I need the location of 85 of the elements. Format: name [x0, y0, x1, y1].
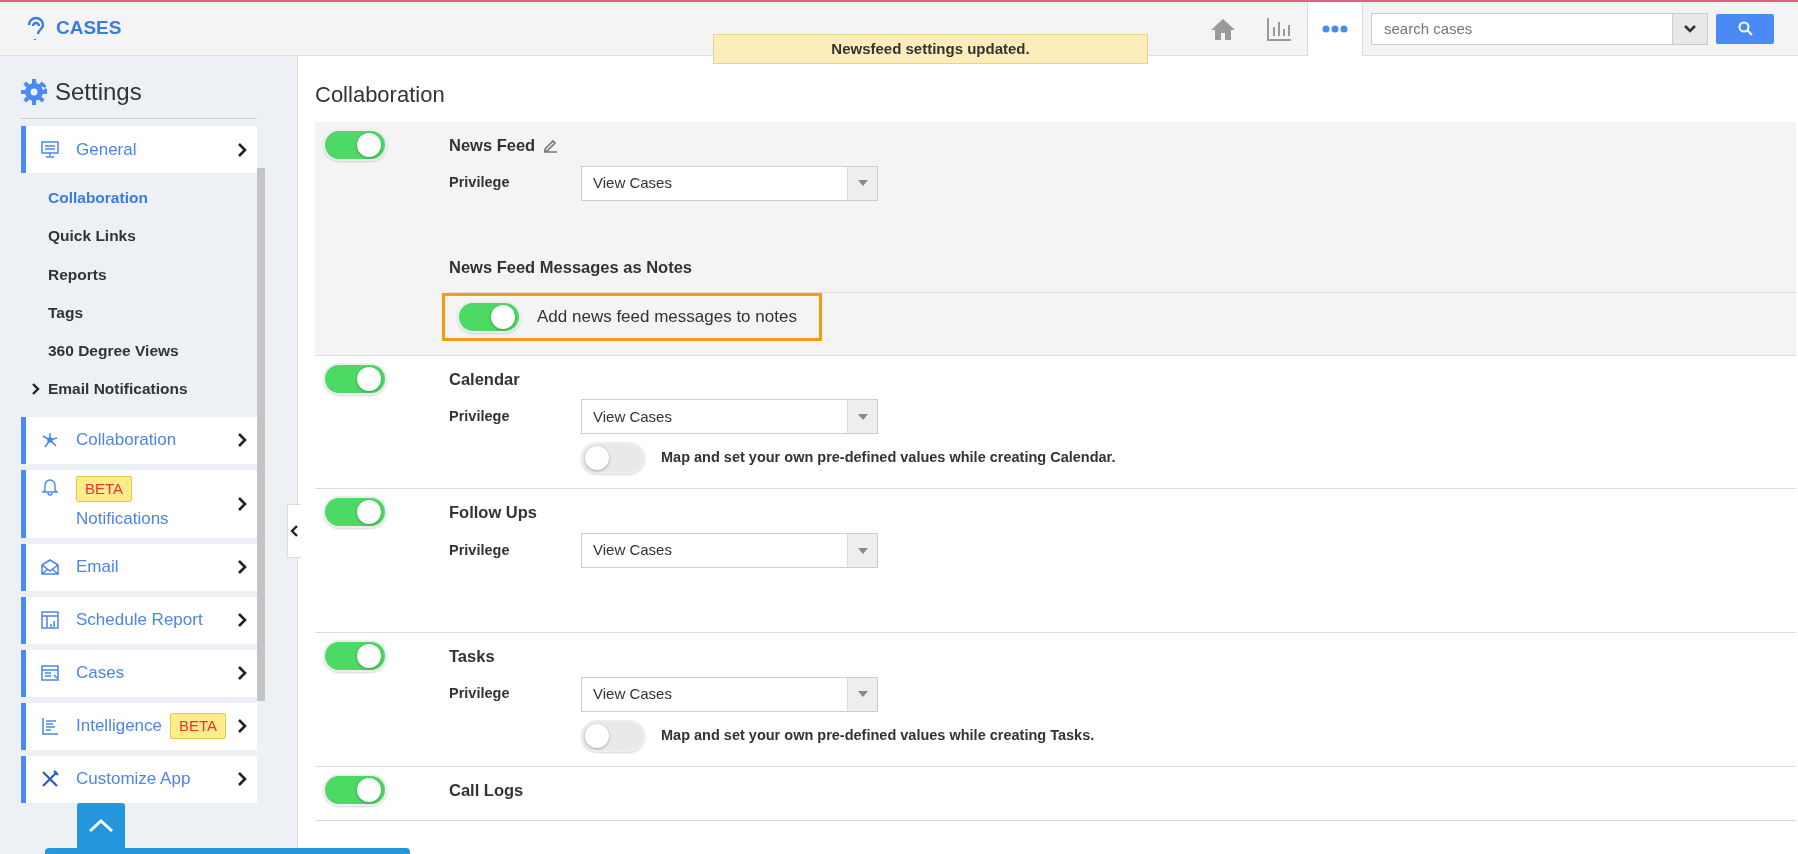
chevron-right-icon: [237, 665, 247, 681]
menu-label: Collaboration: [76, 429, 177, 452]
menu-label: Cases: [76, 662, 125, 685]
sidebar-item[interactable]: General: [21, 126, 257, 173]
menu-label: Notifications: [76, 508, 169, 530]
scrollbar[interactable]: [257, 168, 265, 701]
chevron-right-icon: [237, 771, 247, 787]
privilege-select[interactable]: View Cases: [581, 533, 878, 568]
chevron-right-icon: [237, 612, 247, 628]
toggle-switch[interactable]: [581, 719, 645, 752]
collapse-sidebar-button[interactable]: [287, 504, 301, 558]
search-icon: [1737, 21, 1753, 36]
chevron-right-icon: [237, 432, 247, 448]
app-title: CASES: [56, 16, 122, 41]
option-description: Map and set your own pre-defined values while creating Calendar.: [661, 448, 1116, 468]
submenu-link[interactable]: Reports: [48, 262, 107, 286]
section-title: Calendar: [449, 368, 520, 390]
chevron-right-icon: [237, 141, 247, 158]
menu-label: Intelligence: [76, 715, 162, 738]
caret-icon: [1683, 23, 1697, 34]
privilege-select[interactable]: View Cases: [581, 399, 878, 435]
sidebar-title: Settings: [55, 77, 142, 107]
lines-icon: [40, 716, 60, 736]
chevron-left-icon: [290, 524, 299, 538]
chevron-up-icon: [88, 818, 114, 833]
sidebar-item[interactable]: Customize App: [21, 755, 257, 803]
dropdown-button[interactable]: [1672, 12, 1708, 45]
scroll-up-button[interactable]: [77, 803, 125, 848]
sidebar-item[interactable]: Schedule Report: [21, 596, 257, 644]
menu-label: General: [76, 138, 137, 161]
subsection-title: News Feed Messages as Notes: [449, 254, 1796, 293]
toggle-switch[interactable]: [323, 362, 387, 395]
section-title: Follow Ups: [449, 502, 537, 524]
sidebar-item[interactable]: Collaboration: [21, 416, 257, 464]
chevron-right-icon: [237, 559, 247, 575]
toggle-switch[interactable]: [323, 129, 387, 161]
sidebar-item[interactable]: Intelligence BETA: [21, 702, 257, 750]
monitor-icon: [40, 139, 60, 160]
submenu-link[interactable]: Quick Links: [48, 224, 136, 248]
section-title: Tasks: [449, 646, 495, 667]
menu-label: Email: [76, 556, 119, 579]
chevron-right-icon: [237, 495, 247, 512]
network-icon: [40, 430, 60, 450]
toggle-switch[interactable]: [581, 442, 645, 475]
notification-toast: Newsfeed settings updated.: [713, 34, 1148, 64]
option-description: Map and set your own pre-defined values while creating Tasks.: [661, 725, 1095, 745]
privilege-select[interactable]: View Cases: [581, 676, 878, 712]
envelope-icon: [40, 557, 60, 577]
window-icon: [40, 663, 60, 683]
caret-icon: [857, 547, 868, 554]
chevron-right-icon: [237, 718, 247, 734]
menu-label: Customize App: [76, 768, 191, 791]
search-field[interactable]: search cases: [1371, 12, 1672, 45]
field-label: Privilege: [449, 173, 511, 193]
toggle-switch[interactable]: [323, 640, 387, 672]
toggle-switch[interactable]: [457, 300, 521, 333]
submenu-link[interactable]: 360 Degree Views: [48, 339, 179, 363]
page-title: Collaboration: [315, 81, 446, 109]
field-label: Privilege: [449, 540, 511, 560]
sidebar-item[interactable]: BETA Notifications: [21, 469, 257, 538]
search-button[interactable]: [1716, 13, 1774, 44]
option-label: Add news feed messages to notes: [537, 305, 797, 328]
field-label: Privilege: [449, 684, 511, 704]
more-icon[interactable]: [1307, 1, 1363, 56]
sidebar-item[interactable]: Cases: [21, 649, 257, 697]
beta-badge: BETA: [76, 475, 133, 502]
beta-badge: BETA: [170, 712, 227, 740]
caret-icon: [857, 413, 868, 420]
toggle-switch[interactable]: [323, 496, 387, 529]
toggle-switch[interactable]: [323, 773, 387, 806]
caret-icon: [857, 691, 868, 698]
tools-icon: [40, 769, 60, 789]
calendar-grid-icon: [40, 610, 60, 630]
field-label: Privilege: [449, 406, 511, 426]
submenu-link[interactable]: Tags: [48, 300, 84, 324]
section-title: Call Logs: [449, 779, 524, 801]
privilege-select[interactable]: View Cases: [581, 165, 878, 201]
sidebar-item[interactable]: Email: [21, 543, 257, 591]
submenu-link[interactable]: Email Notifications: [48, 377, 188, 401]
submenu-link[interactable]: Collaboration: [48, 186, 148, 210]
section-title: News Feed: [449, 135, 536, 156]
menu-label: Schedule Report: [76, 609, 203, 632]
caret-icon: [857, 180, 868, 187]
pencil-icon[interactable]: [543, 137, 559, 153]
chevron-right-icon: [31, 381, 40, 396]
